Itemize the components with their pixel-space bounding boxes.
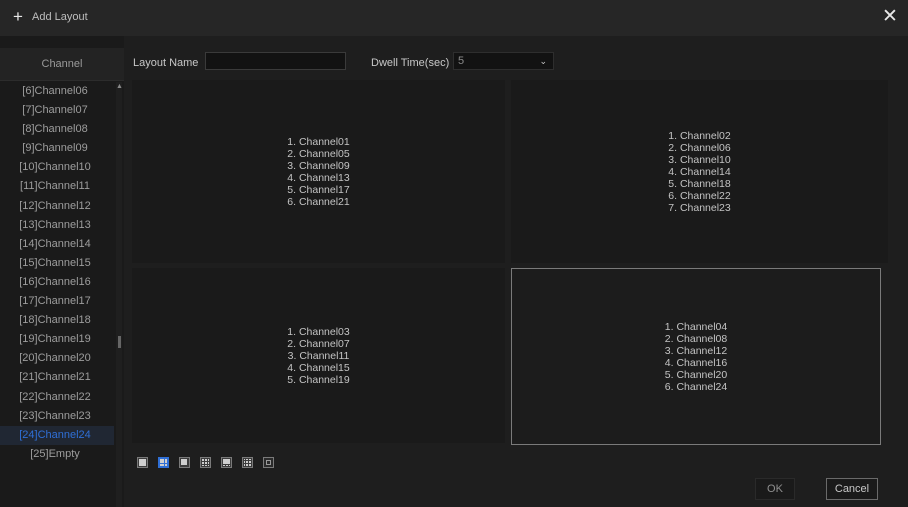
layout-grid: 1. Channel01 2. Channel05 3. Channel09 4. C… xyxy=(132,80,888,445)
layout-name-input[interactable] xyxy=(205,52,346,70)
close-icon[interactable]: ✕ xyxy=(881,7,899,26)
cell-channel-line: 4. Channel15 xyxy=(287,361,350,374)
cell-channel-line: 1. Channel01 xyxy=(287,135,350,148)
cell-channel-line: 2. Channel07 xyxy=(287,337,350,350)
layout-4-icon[interactable] xyxy=(158,457,169,468)
layout-cell-2[interactable]: 1. Channel02 2. Channel06 3. Channel10 4. C… xyxy=(511,80,888,263)
channel-list-item[interactable]: [21]Channel21 xyxy=(0,368,114,387)
layout-glyph xyxy=(266,460,271,465)
channel-list-item[interactable]: [7]Channel07 xyxy=(0,101,114,120)
channel-list-item[interactable]: [22]Channel22 xyxy=(0,388,114,407)
layout-glyph xyxy=(160,459,167,466)
channel-list-item[interactable]: [23]Channel23 xyxy=(0,407,114,426)
channel-sidebar: Channel [6]Channel06 [7]Channel07 [8]Chann… xyxy=(0,36,124,507)
cell-channel-line: 1. Channel03 xyxy=(287,325,350,338)
layout-16-icon[interactable] xyxy=(242,457,253,468)
dwell-time-label: Dwell Time(sec) xyxy=(371,57,450,69)
layout-1-icon[interactable] xyxy=(137,457,148,468)
cell-channel-line: 1. Channel04 xyxy=(664,320,728,333)
channel-list-item[interactable]: [20]Channel20 xyxy=(0,349,114,368)
layout-glyph xyxy=(223,459,230,466)
layout-cell-4-selected[interactable]: 1. Channel04 2. Channel08 3. Channel12 4. C… xyxy=(511,268,881,445)
layout-glyph xyxy=(202,459,209,466)
cell-channel-line: 2. Channel06 xyxy=(668,141,731,154)
dialog-title: Add Layout xyxy=(32,11,88,23)
scroll-up-icon[interactable]: ▲ xyxy=(116,83,123,91)
cell-channel-line: 2. Channel08 xyxy=(664,332,728,345)
channel-list-item[interactable]: [25]Empty xyxy=(0,445,114,464)
channel-list-item[interactable]: [19]Channel19 xyxy=(0,330,114,349)
layout-glyph xyxy=(244,459,251,466)
channel-list-item[interactable]: [24]Channel24 xyxy=(0,425,114,445)
ok-button[interactable]: OK xyxy=(755,478,795,500)
channel-list-item[interactable]: [18]Channel18 xyxy=(0,311,114,330)
cell-channel-line: 5. Channel17 xyxy=(287,183,350,196)
channel-list-item[interactable]: [13]Channel13 xyxy=(0,216,114,235)
channel-list: [6]Channel06 [7]Channel07 [8]Channel08 [9]C… xyxy=(0,82,114,507)
cell-channel-line: 6. Channel21 xyxy=(287,195,350,208)
layout-name-label: Layout Name xyxy=(133,57,199,69)
layout-mode-bar xyxy=(137,457,284,471)
layout-glyph xyxy=(139,459,146,466)
dwell-time-select[interactable]: 5 ⌄ xyxy=(453,52,554,70)
cell-channel-line: 3. Channel09 xyxy=(287,159,350,172)
layout-cell-3[interactable]: 1. Channel03 2. Channel07 3. Channel11 4. C… xyxy=(132,268,505,443)
cell-channel-line: 4. Channel16 xyxy=(664,356,728,369)
channel-list-item[interactable]: [9]Channel09 xyxy=(0,139,114,158)
channel-list-item[interactable]: [15]Channel15 xyxy=(0,254,114,273)
plus-icon: + xyxy=(13,7,23,26)
cell-channel-line: 3. Channel10 xyxy=(668,153,731,166)
cell-channel-list: 1. Channel02 2. Channel06 3. Channel10 4. C… xyxy=(668,130,730,214)
cell-channel-line: 2. Channel05 xyxy=(287,147,350,160)
channel-list-item[interactable]: [10]Channel10 xyxy=(0,158,114,177)
scrollbar-thumb[interactable] xyxy=(118,336,121,348)
layout-cell-1[interactable]: 1. Channel01 2. Channel05 3. Channel09 4. C… xyxy=(132,80,505,263)
channel-list-item[interactable]: [12]Channel12 xyxy=(0,197,114,216)
title-bar: + Add Layout ✕ xyxy=(0,0,908,36)
channel-list-item[interactable]: [11]Channel11 xyxy=(0,177,114,196)
cell-channel-list: 1. Channel01 2. Channel05 3. Channel09 4. C… xyxy=(287,136,349,208)
cell-channel-line: 4. Channel13 xyxy=(287,171,350,184)
cell-channel-line: 5. Channel20 xyxy=(664,368,728,381)
cell-channel-line: 7. Channel23 xyxy=(668,201,731,214)
channel-scrollbar[interactable] xyxy=(116,82,122,507)
layout-glyph xyxy=(181,459,188,466)
chevron-down-icon: ⌄ xyxy=(539,56,547,66)
cell-channel-line: 3. Channel12 xyxy=(664,344,728,357)
dwell-time-value: 5 xyxy=(458,55,465,67)
cell-channel-line: 6. Channel22 xyxy=(668,189,731,202)
cell-channel-line: 3. Channel11 xyxy=(287,349,350,362)
layout-9-icon[interactable] xyxy=(200,457,211,468)
cell-channel-line: 5. Channel19 xyxy=(287,373,350,386)
cell-channel-list: 1. Channel04 2. Channel08 3. Channel12 4. C… xyxy=(665,321,727,393)
channel-list-item[interactable]: [8]Channel08 xyxy=(0,120,114,139)
channel-list-item[interactable]: [17]Channel17 xyxy=(0,292,114,311)
cancel-button[interactable]: Cancel xyxy=(826,478,878,500)
cell-channel-list: 1. Channel03 2. Channel07 3. Channel11 4. C… xyxy=(287,326,349,386)
layout-25-icon[interactable] xyxy=(263,457,274,468)
channel-header: Channel xyxy=(0,48,124,81)
channel-list-item[interactable]: [6]Channel06 xyxy=(0,82,114,101)
cell-channel-line: 1. Channel02 xyxy=(668,129,731,142)
channel-list-item[interactable]: [14]Channel14 xyxy=(0,235,114,254)
channel-list-item[interactable]: [16]Channel16 xyxy=(0,273,114,292)
cell-channel-line: 6. Channel24 xyxy=(664,380,728,393)
layout-6-icon[interactable] xyxy=(179,457,190,468)
layout-8-icon[interactable] xyxy=(221,457,232,468)
cell-channel-line: 4. Channel14 xyxy=(668,165,731,178)
cell-channel-line: 5. Channel18 xyxy=(668,177,731,190)
